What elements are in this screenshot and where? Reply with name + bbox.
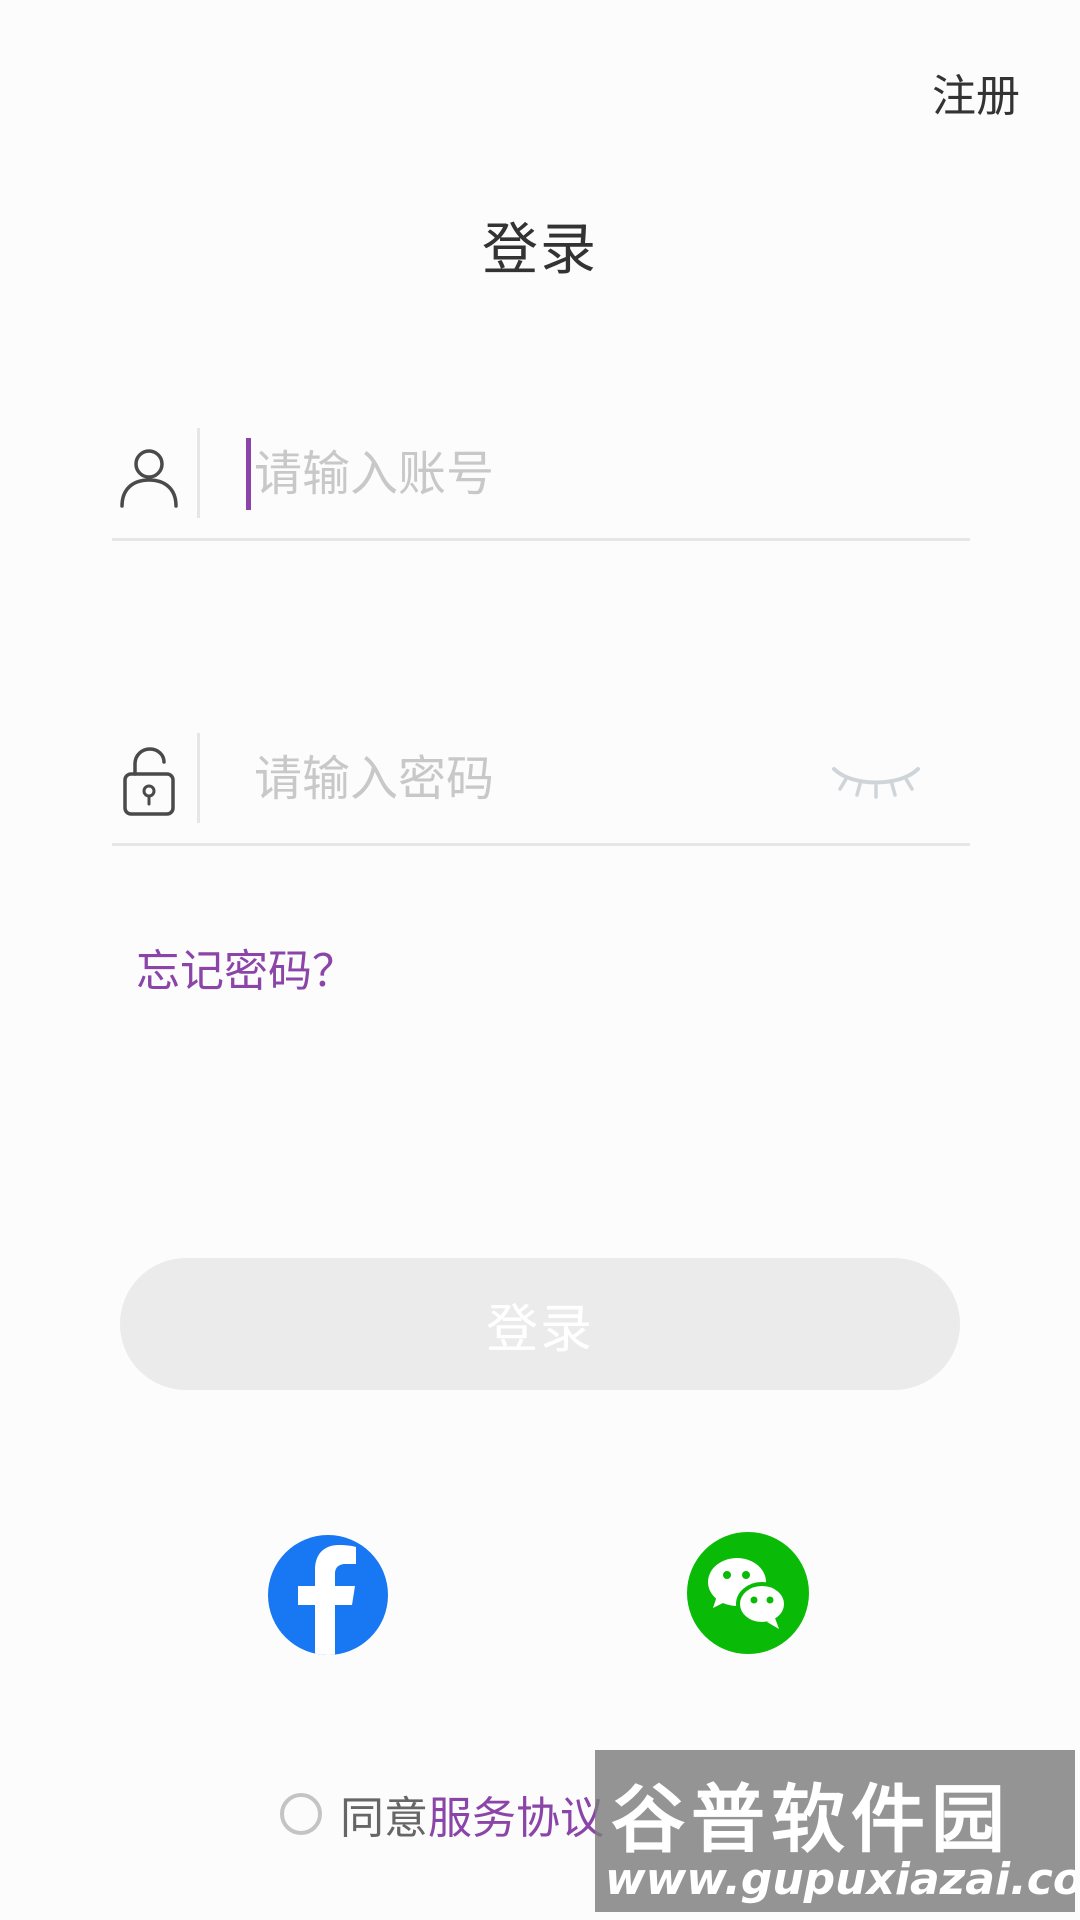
forgot-password-link[interactable]: 忘记密码？ xyxy=(136,935,356,999)
wechat-login-button[interactable] xyxy=(687,1532,809,1654)
wechat-icon xyxy=(687,1532,809,1654)
field-divider xyxy=(197,733,200,823)
watermark-title: 谷普软件园 xyxy=(611,1777,1011,1863)
password-field xyxy=(112,733,970,846)
terms-link[interactable]: 服务协议 xyxy=(428,1782,604,1846)
login-screen: 注册 登录 请输入账号 忘记密码？ 登录 同意 服务协议 谷普软件园 www.g… xyxy=(0,0,1080,1920)
field-divider xyxy=(197,428,200,518)
account-input[interactable] xyxy=(246,434,814,514)
password-input[interactable] xyxy=(246,739,814,819)
eye-closed-icon[interactable] xyxy=(830,753,922,803)
watermark-url: www.gupuxiazai.com xyxy=(605,1854,1075,1905)
login-button[interactable]: 登录 xyxy=(120,1258,960,1390)
agree-radio[interactable] xyxy=(280,1793,322,1835)
account-field xyxy=(112,428,970,541)
facebook-icon xyxy=(268,1535,388,1655)
register-link[interactable]: 注册 xyxy=(932,60,1020,124)
user-icon xyxy=(112,440,186,514)
page-title: 登录 xyxy=(482,218,598,283)
agreement-row: 同意 服务协议 xyxy=(280,1782,604,1846)
watermark: 谷普软件园 www.gupuxiazai.com xyxy=(595,1750,1075,1912)
unlock-icon xyxy=(112,745,186,819)
facebook-login-button[interactable] xyxy=(268,1535,388,1655)
agreement-prefix: 同意 xyxy=(340,1793,428,1844)
